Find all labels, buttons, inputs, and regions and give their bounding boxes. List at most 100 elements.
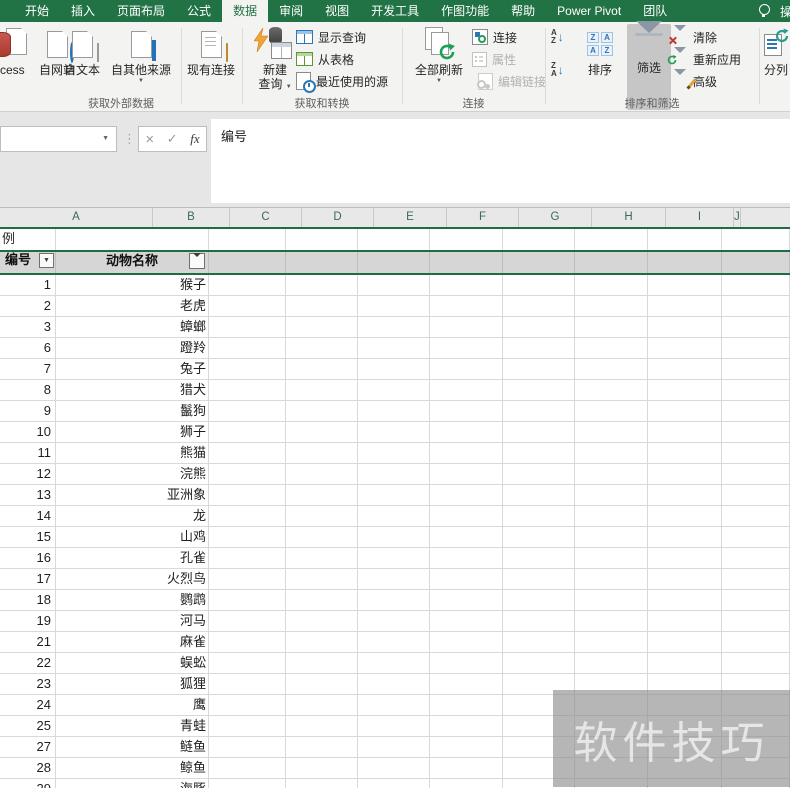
- cell-id[interactable]: 12: [0, 464, 56, 485]
- cell-id[interactable]: 1: [0, 275, 56, 296]
- cell-animal-name[interactable]: 龙: [56, 506, 209, 527]
- cell-id[interactable]: 7: [0, 359, 56, 380]
- cell-id[interactable]: 11: [0, 443, 56, 464]
- ribbon-tab[interactable]: Power Pivot: [546, 0, 632, 22]
- header-cell-id[interactable]: 编号 ▼: [0, 252, 56, 273]
- reapply-filter-button[interactable]: 重新应用: [667, 47, 741, 69]
- ribbon-tab[interactable]: 页面布局: [106, 0, 176, 22]
- text-to-columns-button[interactable]: 分列: [764, 26, 790, 77]
- refresh-all-button[interactable]: 全部刷新 ▼: [408, 26, 470, 85]
- column-header[interactable]: A: [0, 208, 153, 227]
- connections-button[interactable]: 连接: [472, 27, 517, 47]
- cell-animal-name[interactable]: 狮子: [56, 422, 209, 443]
- tell-me-search[interactable]: 操: [759, 0, 790, 22]
- cell-id[interactable]: 22: [0, 653, 56, 674]
- cell-animal-name[interactable]: 山鸡: [56, 527, 209, 548]
- cell-id[interactable]: 27: [0, 737, 56, 758]
- column-header[interactable]: D: [302, 208, 374, 227]
- cell-id[interactable]: 19: [0, 611, 56, 632]
- column-header[interactable]: F: [447, 208, 519, 227]
- cell-id[interactable]: 13: [0, 485, 56, 506]
- sort-ascending-button[interactable]: AZ ↓: [551, 27, 564, 47]
- header-cell-name[interactable]: 动物名称: [56, 252, 209, 273]
- show-queries-button[interactable]: 显示查询: [296, 27, 366, 47]
- new-query-button[interactable]: 新建 查询 ▼: [252, 26, 298, 91]
- enter-icon[interactable]: ✓: [167, 131, 178, 147]
- recent-sources-button[interactable]: 最近使用的源: [296, 71, 388, 93]
- column-header[interactable]: G: [519, 208, 592, 227]
- cell-animal-name[interactable]: 鬣狗: [56, 401, 209, 422]
- cell-animal-name[interactable]: 青蛙: [56, 716, 209, 737]
- ribbon-tab[interactable]: 公式: [176, 0, 222, 22]
- cell-animal-name[interactable]: 熊猫: [56, 443, 209, 464]
- cell-animal-name[interactable]: 鹦鹉: [56, 590, 209, 611]
- cell-id[interactable]: 10: [0, 422, 56, 443]
- ribbon-tab[interactable]: 团队: [632, 0, 678, 22]
- cell-id[interactable]: 15: [0, 527, 56, 548]
- cell-animal-name[interactable]: 火烈鸟: [56, 569, 209, 590]
- insert-function-icon[interactable]: fx: [190, 131, 199, 147]
- cell-animal-name[interactable]: 蟑螂: [56, 317, 209, 338]
- cell-animal-name[interactable]: 猴子: [56, 275, 209, 296]
- cell-animal-name[interactable]: 河马: [56, 611, 209, 632]
- cell-id[interactable]: 8: [0, 380, 56, 401]
- from-table-button[interactable]: 从表格: [296, 49, 354, 69]
- from-other-sources-button[interactable]: 自其他来源 ▼: [103, 26, 179, 85]
- cell-id[interactable]: 17: [0, 569, 56, 590]
- cell-animal-name[interactable]: 麻雀: [56, 632, 209, 653]
- filter-dropdown-button[interactable]: ▼: [39, 253, 54, 268]
- ribbon-tab[interactable]: 审阅: [268, 0, 314, 22]
- ribbon-tab[interactable]: 数据: [222, 0, 269, 22]
- column-header[interactable]: E: [374, 208, 447, 227]
- sort-button[interactable]: ZA AZ 排序: [578, 26, 622, 77]
- from-other-sources-icon: [103, 26, 179, 62]
- ribbon-tab[interactable]: 开发工具: [360, 0, 430, 22]
- cell-animal-name[interactable]: 蹬羚: [56, 338, 209, 359]
- cell-animal-name[interactable]: 亚洲象: [56, 485, 209, 506]
- cell-id[interactable]: 6: [0, 338, 56, 359]
- cell-id[interactable]: 25: [0, 716, 56, 737]
- ribbon-tab[interactable]: 开始: [14, 0, 60, 22]
- cell-animal-name[interactable]: 蜈蚣: [56, 653, 209, 674]
- clear-filter-button[interactable]: 清除: [674, 25, 717, 47]
- cell-animal-name[interactable]: 狐狸: [56, 674, 209, 695]
- cell-animal-name[interactable]: 孔雀: [56, 548, 209, 569]
- sort-descending-button[interactable]: ZA ↓: [551, 60, 564, 80]
- cancel-icon[interactable]: ×: [145, 131, 154, 148]
- cell-animal-name[interactable]: 浣熊: [56, 464, 209, 485]
- advanced-filter-button[interactable]: 高级: [674, 69, 717, 91]
- cell-animal-name[interactable]: 鹰: [56, 695, 209, 716]
- filter-applied-button[interactable]: [189, 252, 205, 272]
- name-box[interactable]: ▼: [0, 126, 117, 152]
- cell-id[interactable]: 14: [0, 506, 56, 527]
- cell-animal-name[interactable]: 老虎: [56, 296, 209, 317]
- column-header[interactable]: B: [153, 208, 230, 227]
- cell-id[interactable]: 3: [0, 317, 56, 338]
- ribbon-tab[interactable]: 作图功能: [430, 0, 500, 22]
- chevron-down-icon[interactable]: ▼: [102, 135, 109, 142]
- column-header[interactable]: I: [666, 208, 734, 227]
- existing-connections-button[interactable]: 现有连接: [184, 26, 238, 77]
- cell-id[interactable]: 16: [0, 548, 56, 569]
- column-header[interactable]: C: [230, 208, 302, 227]
- ribbon-tab[interactable]: 视图: [314, 0, 360, 22]
- cell-id[interactable]: 18: [0, 590, 56, 611]
- table-row: 14 龙: [0, 506, 790, 527]
- cell-id[interactable]: 9: [0, 401, 56, 422]
- cell-animal-name[interactable]: 鲸鱼: [56, 758, 209, 779]
- cell-id[interactable]: 24: [0, 695, 56, 716]
- cell-id[interactable]: 28: [0, 758, 56, 779]
- column-header[interactable]: H: [592, 208, 666, 227]
- cell-id[interactable]: 2: [0, 296, 56, 317]
- column-header[interactable]: J: [734, 208, 741, 227]
- cell-animal-name[interactable]: 兔子: [56, 359, 209, 380]
- ribbon-tab[interactable]: 帮助: [500, 0, 546, 22]
- ribbon-tab[interactable]: 插入: [60, 0, 106, 22]
- from-text-button[interactable]: 自文本: [58, 26, 106, 77]
- cell-animal-name[interactable]: 猎犬: [56, 380, 209, 401]
- cell-title-partial[interactable]: 例: [0, 229, 56, 250]
- cell-id[interactable]: 23: [0, 674, 56, 695]
- cell-id[interactable]: 21: [0, 632, 56, 653]
- cell-animal-name[interactable]: 鲢鱼: [56, 737, 209, 758]
- formula-bar-input[interactable]: 编号: [211, 119, 790, 203]
